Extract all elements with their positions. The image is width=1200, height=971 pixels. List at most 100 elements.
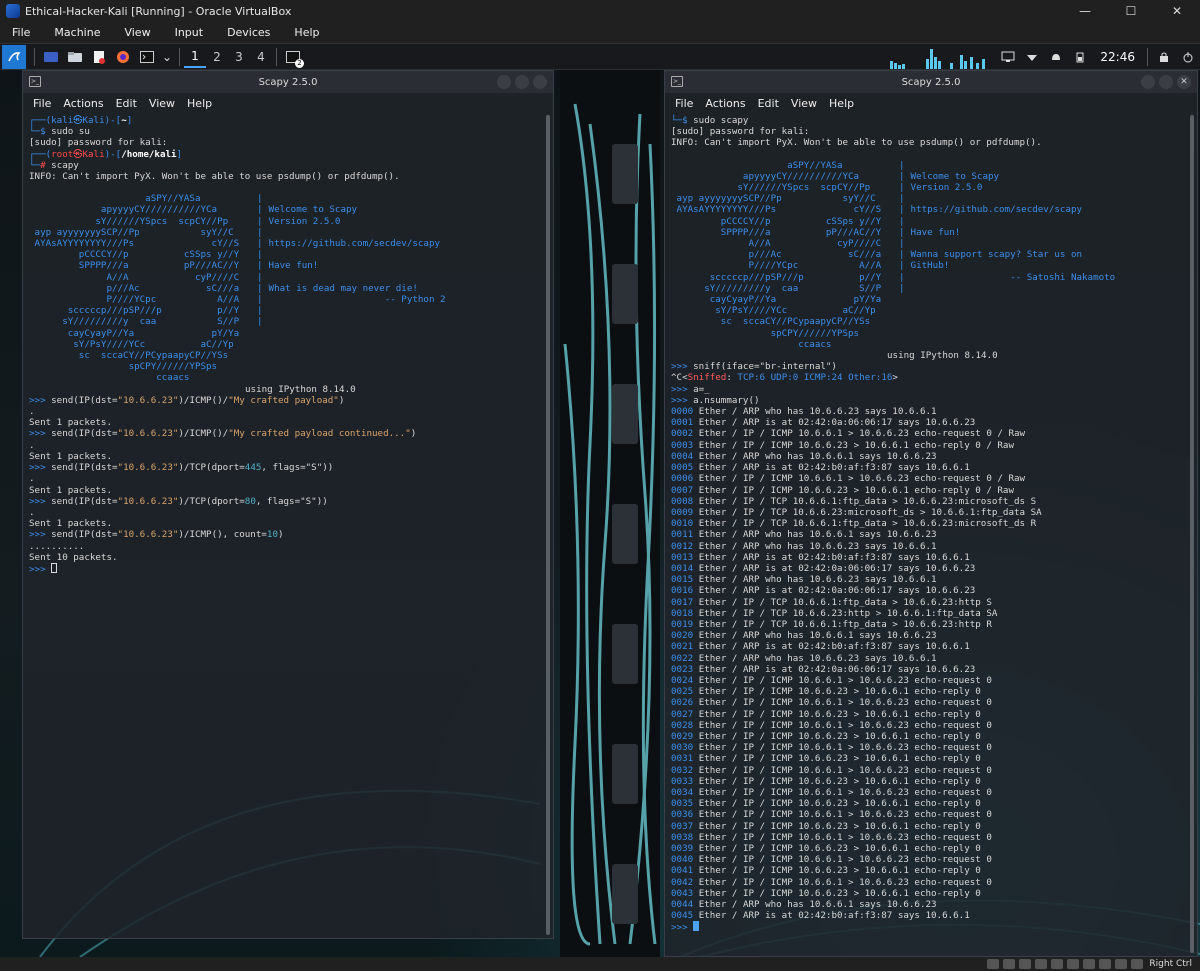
close-button[interactable]: ✕ — [1177, 75, 1191, 89]
cpu-icon[interactable] — [1099, 959, 1112, 969]
packet-summary: Ether / ARP who has 10.6.6.23 says 10.6.… — [698, 574, 937, 586]
scapy-session: >>> send(IP(dst="10.6.6.23")/ICMP()/"My … — [29, 395, 547, 563]
terminal-titlebar[interactable]: >_ Scapy 2.5.0 ✕ — [665, 71, 1197, 93]
vbox-menu-help[interactable]: Help — [282, 22, 331, 44]
packet-row: 0007 Ether / IP / ICMP 10.6.6.23 > 10.6.… — [671, 485, 1191, 496]
term-menu-view[interactable]: View — [785, 97, 823, 110]
banner-separator: | — [257, 282, 263, 294]
terminal-launcher-icon[interactable] — [138, 48, 156, 66]
workspace-2[interactable]: 2 — [206, 46, 228, 68]
workspace-1[interactable]: 1 — [184, 46, 206, 68]
network-adapter-icon[interactable] — [1019, 959, 1032, 969]
close-button[interactable] — [533, 75, 547, 89]
packet-summary: Ether / IP / ICMP 10.6.6.23 > 10.6.6.1 e… — [698, 730, 981, 742]
shared-folder-icon[interactable] — [1051, 959, 1064, 969]
file-manager-icon[interactable] — [66, 48, 84, 66]
term-menu-view[interactable]: View — [143, 97, 181, 110]
terminal-window-right[interactable]: >_ Scapy 2.5.0 ✕ File Actions Edit View … — [664, 70, 1198, 957]
banner-separator: | — [899, 238, 905, 250]
keyboard-icon[interactable] — [1131, 959, 1144, 969]
packet-row: 0000 Ether / ARP who has 10.6.6.23 says … — [671, 406, 1191, 417]
banner-row: scccccp///pSP///p p//Y | — [29, 305, 547, 316]
banner-row: sY/////////y caa S//P | — [29, 316, 547, 327]
term-menu-help[interactable]: Help — [823, 97, 860, 110]
terminal-scrollbar[interactable] — [1190, 115, 1194, 953]
packet-index: 0007 — [671, 484, 694, 496]
banner-row: p///Ac sC///a | Wanna support scapy? Star… — [671, 249, 1191, 260]
packet-summary: Ether / ARP is at 02:42:b0:af:f3:87 says… — [698, 551, 970, 563]
banner-row: ayp ayyyyyyySCP//Pp syY//C | — [29, 227, 547, 238]
term-menu-actions[interactable]: Actions — [699, 97, 751, 110]
panel-clock[interactable]: 22:46 — [1100, 50, 1135, 64]
output-line: . — [29, 506, 35, 518]
maximize-button[interactable] — [1159, 75, 1173, 89]
mouse-integration-icon[interactable] — [1115, 959, 1128, 969]
term-menu-actions[interactable]: Actions — [57, 97, 109, 110]
network-icon[interactable] — [1023, 48, 1041, 66]
packet-row: 0022 Ether / ARP who has 10.6.6.23 says … — [671, 653, 1191, 664]
packet-row: 0016 Ether / ARP is at 02:42:0a:06:06:17… — [671, 585, 1191, 596]
terminal-output[interactable]: └─$ sudo scapy [sudo] password for kali: I… — [665, 113, 1197, 936]
command-line: └─$ sudo su — [29, 126, 90, 138]
chevron-down-icon[interactable]: ⌄ — [162, 48, 172, 66]
vbox-menu-view[interactable]: View — [112, 22, 162, 44]
packet-summary: Ether / IP / ICMP 10.6.6.1 > 10.6.6.23 e… — [698, 854, 992, 866]
term-menu-file[interactable]: File — [669, 97, 699, 110]
vbox-menu-input[interactable]: Input — [163, 22, 215, 44]
banner-separator: | — [257, 215, 263, 227]
banner-info: Welcome to Scapy — [268, 204, 358, 216]
vbox-menu-file[interactable]: File — [0, 22, 42, 44]
workspace-4[interactable]: 4 — [250, 46, 272, 68]
terminal-titlebar[interactable]: >_ Scapy 2.5.0 — [23, 71, 553, 93]
terminal-window-left[interactable]: >_ Scapy 2.5.0 File Actions Edit View He… — [22, 70, 554, 939]
packet-summary: Ether / IP / ICMP 10.6.6.1 > 10.6.6.23 e… — [698, 786, 992, 798]
text-editor-icon[interactable] — [90, 48, 108, 66]
term-menu-edit[interactable]: Edit — [752, 97, 785, 110]
banner-info: -- Satoshi Nakamoto — [910, 271, 1116, 283]
banner-art: scccccp///pSP///p p//Y — [29, 305, 256, 317]
minimize-button[interactable]: — — [1062, 0, 1108, 22]
minimize-button[interactable] — [497, 75, 511, 89]
maximize-button[interactable] — [515, 75, 529, 89]
firefox-icon[interactable] — [114, 48, 132, 66]
kali-menu-button[interactable] — [2, 44, 26, 69]
display-icon[interactable] — [1067, 959, 1080, 969]
hdd-icon[interactable] — [987, 959, 1000, 969]
sniff-command: >>> sniff(iface="br-internal") — [671, 361, 837, 373]
vbox-menu-devices[interactable]: Devices — [215, 22, 282, 44]
current-prompt[interactable]: >>> — [671, 921, 1191, 933]
current-prompt[interactable]: >>> — [29, 562, 547, 575]
show-desktop-icon[interactable] — [42, 48, 60, 66]
optical-drive-icon[interactable] — [1003, 959, 1016, 969]
minimize-button[interactable] — [1141, 75, 1155, 89]
term-menu-file[interactable]: File — [27, 97, 57, 110]
banner-separator: | — [899, 249, 905, 261]
xfce-panel: ⌄ 1 2 3 4 2 22:46 — [0, 44, 1200, 70]
ipython-line: using IPython 8.14.0 — [245, 383, 356, 395]
banner-separator: | — [257, 260, 263, 272]
monitor-icon[interactable] — [999, 48, 1017, 66]
term-menu-help[interactable]: Help — [181, 97, 218, 110]
prompt-line: ┌──(root㉿Kali)-[/home/kali] — [29, 148, 183, 160]
terminal-scrollbar[interactable] — [546, 115, 550, 935]
task-terminal-icon[interactable]: 2 — [284, 48, 304, 68]
packet-summary: Ether / ARP is at 02:42:b0:af:f3:87 says… — [698, 910, 970, 922]
lock-icon[interactable] — [1155, 48, 1173, 66]
packet-row: 0009 Ether / IP / TCP 10.6.6.23:microsof… — [671, 507, 1191, 518]
maximize-button[interactable]: ☐ — [1108, 0, 1154, 22]
power-icon[interactable] — [1179, 48, 1197, 66]
recording-icon[interactable] — [1083, 959, 1096, 969]
vbox-menu-machine[interactable]: Machine — [42, 22, 112, 44]
battery-icon[interactable] — [1071, 48, 1089, 66]
packet-summary: Ether / ARP who has 10.6.6.1 says 10.6.6… — [698, 529, 937, 541]
usb-icon[interactable] — [1035, 959, 1048, 969]
packet-summary: Ether / ARP who has 10.6.6.1 says 10.6.6… — [698, 899, 937, 911]
close-button[interactable]: ✕ — [1154, 0, 1200, 22]
packet-summary: Ether / IP / ICMP 10.6.6.23 > 10.6.6.1 e… — [698, 887, 981, 899]
banner-info: Have fun! — [268, 260, 319, 272]
terminal-output[interactable]: ┌──(kali㉿Kali)-[~] └─$ sudo su [sudo] pass… — [23, 113, 553, 577]
term-menu-edit[interactable]: Edit — [110, 97, 143, 110]
workspace-3[interactable]: 3 — [228, 46, 250, 68]
bell-icon[interactable] — [1047, 48, 1065, 66]
packet-index: 0043 — [671, 887, 694, 899]
